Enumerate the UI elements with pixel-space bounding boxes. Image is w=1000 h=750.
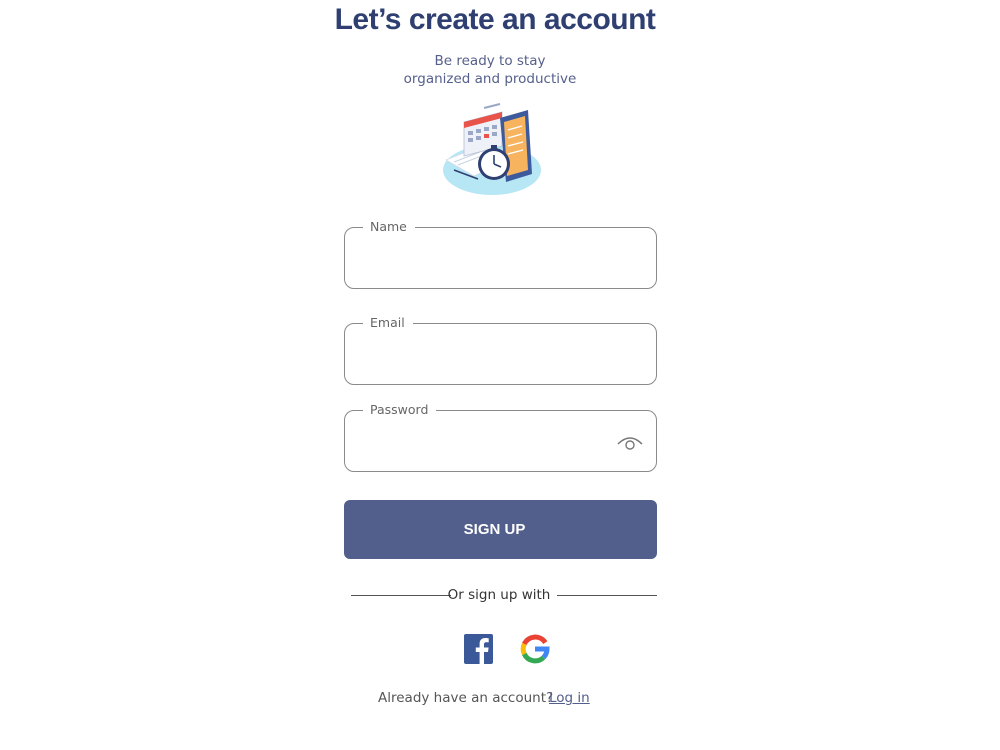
divider-text: Or sign up with <box>447 587 551 603</box>
email-input[interactable] <box>361 344 606 370</box>
divider-line-left <box>351 595 451 597</box>
password-input[interactable] <box>361 431 606 457</box>
facebook-icon[interactable] <box>464 634 493 664</box>
name-label: Name <box>363 219 415 235</box>
email-field[interactable]: Email <box>344 315 657 385</box>
planner-illustration <box>443 103 541 195</box>
subtitle: Be ready to stay organized and productiv… <box>0 52 980 88</box>
login-link[interactable]: Log in <box>549 690 590 706</box>
google-icon[interactable] <box>520 634 550 664</box>
name-field[interactable]: Name <box>344 219 657 289</box>
password-field[interactable]: Password <box>344 402 657 472</box>
login-prompt: Already have an account? <box>378 690 554 706</box>
subtitle-line-2: organized and productive <box>403 71 577 87</box>
password-label: Password <box>363 402 437 418</box>
name-input[interactable] <box>361 248 606 274</box>
subtitle-line-1: Be ready to stay <box>434 53 546 69</box>
page-title: Let’s create an account <box>334 3 656 36</box>
divider-line-right <box>557 595 657 597</box>
eye-icon[interactable] <box>616 433 644 451</box>
email-label: Email <box>363 315 413 331</box>
signup-button[interactable]: SIGN UP <box>344 500 657 559</box>
